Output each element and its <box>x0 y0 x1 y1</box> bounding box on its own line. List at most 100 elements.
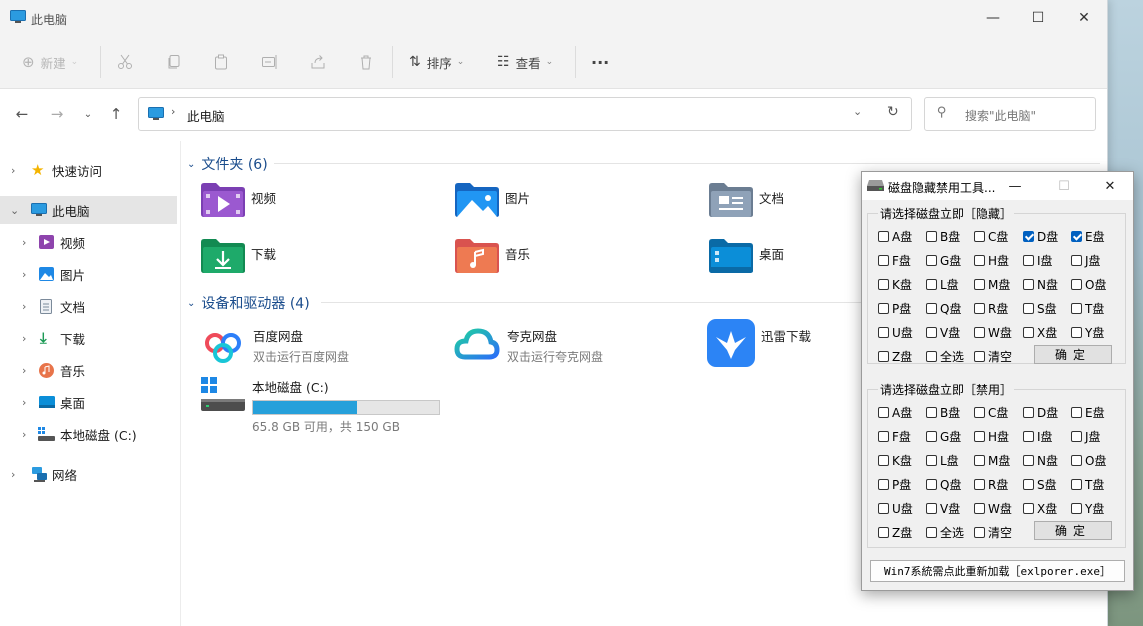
drive-checkbox-hide-3[interactable]: D盘 <box>1023 228 1058 245</box>
drive-checkbox-disable-5[interactable]: F盘 <box>878 428 911 445</box>
cut-button[interactable] <box>117 36 133 88</box>
checkbox-box[interactable] <box>1071 303 1082 314</box>
drive-checkbox-hide-0[interactable]: A盘 <box>878 228 912 245</box>
select-all-checkbox[interactable]: 全选 <box>926 524 964 541</box>
drive-checkbox-disable-22[interactable]: W盘 <box>974 500 1012 517</box>
folder-tile-videos[interactable]: 视频 <box>201 182 276 218</box>
drive-checkbox-disable-14[interactable]: O盘 <box>1071 452 1106 469</box>
delete-button[interactable] <box>358 36 374 88</box>
drive-checkbox-disable-11[interactable]: L盘 <box>926 452 959 469</box>
close-button[interactable]: ✕ <box>1061 0 1107 36</box>
forward-button[interactable]: → <box>46 103 68 125</box>
up-button[interactable]: ↑ <box>105 103 127 125</box>
drive-checkbox-disable-4[interactable]: E盘 <box>1071 404 1105 421</box>
checkbox-box[interactable] <box>878 327 889 338</box>
checkbox-box[interactable] <box>974 255 985 266</box>
drive-checkbox-hide-2[interactable]: C盘 <box>974 228 1008 245</box>
paste-button[interactable] <box>213 36 229 88</box>
checkbox-box[interactable] <box>1023 303 1034 314</box>
checkbox-box[interactable] <box>1071 327 1082 338</box>
sort-button[interactable]: ⇅ 排序 ⌄ <box>409 36 464 88</box>
drive-checkbox-disable-7[interactable]: H盘 <box>974 428 1009 445</box>
drive-checkbox-disable-19[interactable]: T盘 <box>1071 476 1104 493</box>
reload-explorer-button[interactable]: Win7系統需点此重新加载［exlporer.exe］ <box>870 560 1125 582</box>
drive-checkbox-hide-1[interactable]: B盘 <box>926 228 960 245</box>
checkbox-box[interactable] <box>878 503 889 514</box>
checkbox-box[interactable] <box>974 455 985 466</box>
checkbox-box[interactable] <box>878 527 889 538</box>
checkbox-box[interactable] <box>1023 431 1034 442</box>
checkbox-box[interactable] <box>1071 231 1082 242</box>
drive-checkbox-hide-21[interactable]: V盘 <box>926 324 960 341</box>
drive-checkbox-disable-21[interactable]: V盘 <box>926 500 960 517</box>
checkbox-box[interactable] <box>1023 327 1034 338</box>
drive-checkbox-disable-2[interactable]: C盘 <box>974 404 1008 421</box>
checkbox-box[interactable] <box>1023 255 1034 266</box>
device-tile-baidu-netdisk[interactable]: 百度网盘 双击运行百度网盘 <box>199 321 349 369</box>
checkbox-box[interactable] <box>974 503 985 514</box>
address-dropdown-icon[interactable]: ⌄ <box>853 105 862 118</box>
drive-checkbox-hide-6[interactable]: G盘 <box>926 252 961 269</box>
drive-checkbox-disable-15[interactable]: P盘 <box>878 476 911 493</box>
sidebar-item-documents[interactable]: › 文档 <box>0 292 177 320</box>
drive-checkbox-hide-8[interactable]: I盘 <box>1023 252 1053 269</box>
drive-tile-local-disk-c[interactable]: 本地磁盘 (C:) 65.8 GB 可用，共 150 GB <box>201 375 440 435</box>
folder-tile-downloads[interactable]: 下载 <box>201 238 276 274</box>
drive-checkbox-hide-14[interactable]: O盘 <box>1071 276 1106 293</box>
checkbox-box[interactable] <box>926 351 937 362</box>
dialog-minimize-button[interactable]: — <box>998 172 1032 200</box>
checkbox-box[interactable] <box>878 407 889 418</box>
checkbox-box[interactable] <box>1071 479 1082 490</box>
drive-checkbox-hide-16[interactable]: Q盘 <box>926 300 961 317</box>
drive-checkbox-hide-12[interactable]: M盘 <box>974 276 1010 293</box>
new-button[interactable]: ⊕ 新建 ⌄ <box>22 36 78 88</box>
drive-checkbox-hide-25[interactable]: Z盘 <box>878 348 912 365</box>
checkbox-box[interactable] <box>1071 431 1082 442</box>
clear-checkbox[interactable]: 清空 <box>974 348 1012 365</box>
drive-checkbox-hide-9[interactable]: J盘 <box>1071 252 1101 269</box>
checkbox-box[interactable] <box>878 303 889 314</box>
clear-checkbox[interactable]: 清空 <box>974 524 1012 541</box>
folder-tile-documents[interactable]: 文档 <box>709 182 784 218</box>
drive-checkbox-disable-10[interactable]: K盘 <box>878 452 912 469</box>
checkbox-box[interactable] <box>926 327 937 338</box>
chevron-right-icon[interactable]: › <box>22 364 26 377</box>
checkbox-box[interactable] <box>926 279 937 290</box>
checkbox-box[interactable] <box>1071 503 1082 514</box>
chevron-right-icon[interactable]: › <box>11 468 15 481</box>
copy-button[interactable] <box>166 36 182 88</box>
chevron-right-icon[interactable]: › <box>22 300 26 313</box>
search-input[interactable]: ⚲ 搜索"此电脑" <box>924 97 1096 131</box>
checkbox-box[interactable] <box>1071 255 1082 266</box>
sidebar-item-videos[interactable]: › 视频 <box>0 228 177 256</box>
view-button[interactable]: ☷ 查看 ⌄ <box>497 36 553 88</box>
maximize-button[interactable]: ☐ <box>1015 0 1061 36</box>
checkbox-box[interactable] <box>878 231 889 242</box>
confirm-button[interactable]: 确定 <box>1034 521 1112 540</box>
checkbox-box[interactable] <box>974 327 985 338</box>
drive-checkbox-disable-9[interactable]: J盘 <box>1071 428 1101 445</box>
checkbox-box[interactable] <box>974 279 985 290</box>
drive-checkbox-disable-1[interactable]: B盘 <box>926 404 960 421</box>
sidebar-item-local-disk[interactable]: › 本地磁盘 (C:) <box>0 420 177 448</box>
devices-section-header[interactable]: ⌄ 设备和驱动器 (4) <box>187 293 310 313</box>
checkbox-box[interactable] <box>1071 279 1082 290</box>
address-input[interactable]: › 此电脑 ⌄ ↻ <box>138 97 912 131</box>
checkbox-box[interactable] <box>926 303 937 314</box>
select-all-checkbox[interactable]: 全选 <box>926 348 964 365</box>
chevron-right-icon[interactable]: › <box>22 268 26 281</box>
drive-checkbox-hide-24[interactable]: Y盘 <box>1071 324 1104 341</box>
checkbox-box[interactable] <box>878 351 889 362</box>
sidebar-item-this-pc[interactable]: ⌄ 此电脑 <box>0 196 177 224</box>
drive-checkbox-disable-16[interactable]: Q盘 <box>926 476 961 493</box>
checkbox-box[interactable] <box>974 431 985 442</box>
drive-checkbox-hide-23[interactable]: X盘 <box>1023 324 1057 341</box>
checkbox-box[interactable] <box>974 479 985 490</box>
drive-checkbox-disable-0[interactable]: A盘 <box>878 404 912 421</box>
sidebar-item-quick-access[interactable]: › ★ 快速访问 <box>0 156 177 184</box>
checkbox-box[interactable] <box>926 431 937 442</box>
drive-checkbox-disable-18[interactable]: S盘 <box>1023 476 1057 493</box>
drive-checkbox-disable-6[interactable]: G盘 <box>926 428 961 445</box>
checkbox-box[interactable] <box>926 503 937 514</box>
checkbox-box[interactable] <box>878 455 889 466</box>
